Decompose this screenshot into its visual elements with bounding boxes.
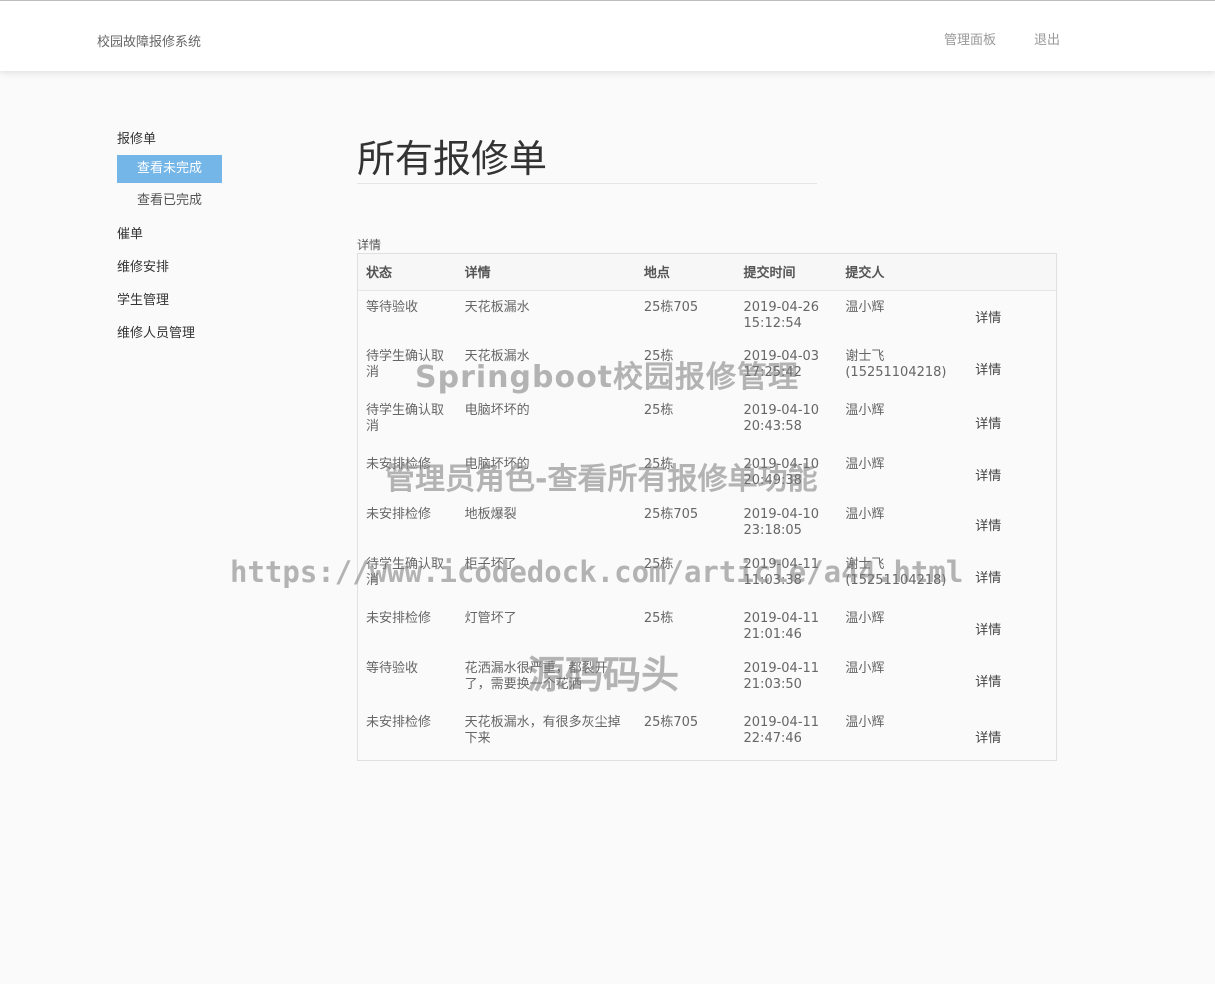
table-caption: 详情 (357, 238, 382, 252)
table-row: 待学生确认取消 天花板漏水 25栋 2019-04-03 17:25:42 谢士… (358, 340, 1056, 394)
cell-submitter: 温小辉 (845, 299, 885, 315)
column-header-detail: 详情 (456, 254, 636, 291)
sidebar-group-reminders[interactable]: 催单 (117, 226, 317, 244)
detail-link[interactable]: 详情 (967, 706, 1056, 764)
column-header-submitter: 提交人 (837, 254, 968, 291)
cell-status: 待学生确认取消 (366, 557, 445, 588)
detail-link[interactable]: 详情 (967, 340, 1056, 394)
detail-link[interactable]: 详情 (967, 448, 1056, 498)
detail-link[interactable]: 详情 (967, 498, 1056, 548)
cell-status: 待学生确认取消 (366, 349, 445, 380)
table-row: 未安排检修 天花板漏水，有很多灰尘掉下来 25栋705 2019-04-11 2… (358, 706, 1056, 764)
table-row: 未安排检修 电脑坏坏的 25栋 2019-04-10 20:49:38 温小辉 … (358, 448, 1056, 498)
detail-link[interactable]: 详情 (967, 394, 1056, 448)
cell-time: 2019-04-10 20:43:58 (743, 403, 820, 434)
cell-detail: 花洒漏水很严重，都裂开了，需要换一个花洒 (464, 661, 608, 692)
cell-time: 2019-04-11 21:03:50 (743, 661, 820, 692)
cell-status: 待学生确认取消 (366, 403, 445, 434)
cell-detail: 天花板漏水 (464, 349, 530, 364)
cell-submitter: 温小辉 (845, 661, 885, 676)
cell-time: 2019-04-10 20:49:38 (743, 457, 820, 488)
brand-title[interactable]: 校园故障报修系统 (97, 31, 201, 50)
top-navbar: 校园故障报修系统 管理面板 退出 (0, 0, 1215, 71)
table-row: 等待验收 花洒漏水很严重，都裂开了，需要换一个花洒 2019-04-11 21:… (358, 652, 1056, 706)
table-row: 未安排检修 灯管坏了 25栋 2019-04-11 21:01:46 温小辉 详… (358, 602, 1056, 652)
sidebar: 报修单 查看未完成 查看已完成 催单 维修安排 学生管理 维修人员管理 (117, 131, 317, 343)
cell-location: 25栋 (643, 611, 674, 626)
cell-status: 未安排检修 (366, 611, 432, 626)
cell-status: 等待验收 (366, 661, 419, 676)
nav-logout-link[interactable]: 退出 (1034, 29, 1060, 48)
cell-location: 25栋705 (643, 299, 699, 315)
column-header-location: 地点 (635, 254, 736, 291)
cell-location: 25栋 (643, 349, 674, 364)
column-header-action (967, 254, 1056, 291)
sidebar-group-repair-orders[interactable]: 报修单 (117, 131, 317, 149)
nav-dashboard-link[interactable]: 管理面板 (944, 29, 996, 48)
sidebar-item-unfinished[interactable]: 查看未完成 (117, 155, 222, 183)
table-row: 待学生确认取消 柜子坏了 25栋 2019-04-11 11:03:38 谢士飞… (358, 548, 1056, 602)
sidebar-group-repair-schedule[interactable]: 维修安排 (117, 259, 317, 277)
cell-status: 未安排检修 (366, 715, 432, 730)
cell-status: 未安排检修 (366, 507, 432, 522)
cell-location: 25栋 (643, 403, 674, 418)
cell-time: 2019-04-26 15:12:54 (743, 299, 820, 331)
detail-link[interactable]: 详情 (967, 602, 1056, 652)
cell-location: 25栋 (643, 457, 674, 472)
cell-detail: 电脑坏坏的 (464, 457, 530, 472)
cell-detail: 地板爆裂 (464, 507, 517, 522)
table-row: 待学生确认取消 电脑坏坏的 25栋 2019-04-10 20:43:58 温小… (358, 394, 1056, 448)
cell-detail: 天花板漏水 (464, 299, 530, 315)
cell-detail: 天花板漏水，有很多灰尘掉下来 (464, 715, 621, 746)
cell-submitter: 温小辉 (845, 403, 885, 418)
table-row: 等待验收 天花板漏水 25栋705 2019-04-26 15:12:54 温小… (358, 290, 1056, 340)
cell-location: 25栋705 (643, 715, 699, 730)
cell-submitter: 温小辉 (845, 507, 885, 522)
cell-time: 2019-04-11 22:47:46 (743, 715, 820, 746)
detail-link[interactable]: 详情 (967, 290, 1056, 340)
column-header-status: 状态 (358, 254, 457, 291)
title-divider (357, 183, 817, 184)
cell-time: 2019-04-10 23:18:05 (743, 507, 820, 538)
cell-location: 25栋705 (643, 507, 699, 522)
detail-link[interactable]: 详情 (967, 548, 1056, 602)
cell-time: 2019-04-11 21:01:46 (743, 611, 820, 642)
cell-detail: 灯管坏了 (464, 611, 517, 626)
sidebar-group-repairman-management[interactable]: 维修人员管理 (117, 325, 317, 343)
cell-submitter: 温小辉 (845, 457, 885, 472)
table-header-row: 状态 详情 地点 提交时间 提交人 (358, 254, 1056, 291)
column-header-time: 提交时间 (735, 254, 838, 291)
page-title: 所有报修单 (357, 137, 548, 181)
repair-orders-table: 状态 详情 地点 提交时间 提交人 等待验收 天花板漏水 25栋705 2019… (357, 253, 1057, 761)
cell-time: 2019-04-11 11:03:38 (743, 557, 820, 588)
detail-link[interactable]: 详情 (967, 652, 1056, 706)
table-row: 未安排检修 地板爆裂 25栋705 2019-04-10 23:18:05 温小… (358, 498, 1056, 548)
sidebar-item-finished[interactable]: 查看已完成 (117, 187, 317, 215)
cell-location (636, 652, 736, 706)
cell-status: 等待验收 (366, 299, 419, 315)
cell-location: 25栋 (643, 557, 674, 572)
cell-detail: 柜子坏了 (464, 557, 517, 572)
cell-submitter: 温小辉 (845, 715, 885, 730)
cell-submitter: 温小辉 (845, 611, 885, 626)
cell-status: 未安排检修 (366, 457, 432, 472)
cell-time: 2019-04-03 17:25:42 (743, 349, 820, 380)
sidebar-group-student-management[interactable]: 学生管理 (117, 292, 317, 310)
cell-submitter: 谢士飞(15251104218) (845, 557, 947, 588)
cell-detail: 电脑坏坏的 (464, 403, 530, 418)
cell-submitter: 谢士飞(15251104218) (845, 349, 947, 380)
